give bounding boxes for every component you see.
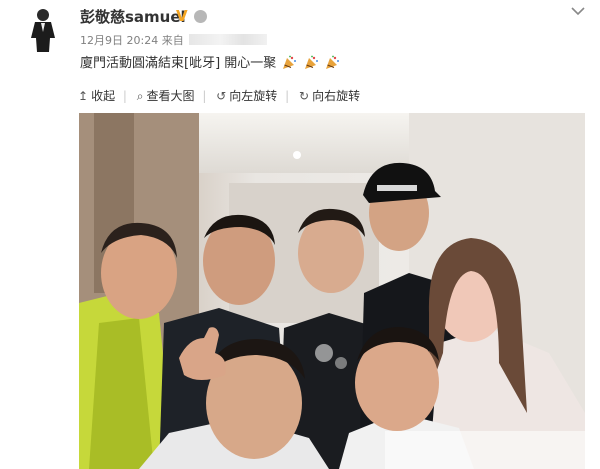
post-source-blurred [189, 34, 268, 45]
toolbar-divider: | [122, 89, 127, 103]
post-meta: 12月9日 20:24 来自 [80, 34, 268, 48]
collapse-button[interactable]: ↥ 收起 [78, 87, 115, 105]
post-text-body: 廈門活動圓滿結束[呲牙] 開心一聚 [80, 56, 277, 71]
party-popper-icon [304, 55, 319, 70]
post-source-prefix: 来自 [161, 34, 184, 47]
post-photo[interactable] [79, 113, 585, 469]
verified-badge-icon: V [176, 7, 188, 25]
rotate-right-label: 向右旋转 [312, 89, 361, 103]
view-large-button[interactable]: ⌕ 查看大图 [137, 87, 195, 105]
post-text: 廈門活動圓滿結束[呲牙] 開心一聚 [80, 55, 340, 73]
collapse-label: 收起 [91, 89, 116, 103]
member-level-icon [194, 10, 207, 23]
magnifier-icon: ⌕ [136, 89, 144, 103]
avatar[interactable] [22, 6, 64, 54]
username[interactable]: 彭敬慈samuel [80, 7, 186, 27]
weibo-post: 彭敬慈samuel V 12月9日 20:24 来自 廈門活動圓滿結束[呲牙] … [0, 0, 600, 469]
view-large-label: 查看大图 [146, 89, 195, 103]
collapse-icon: ↥ [78, 89, 89, 103]
toolbar-divider: | [285, 89, 290, 103]
rotate-right-icon: ↻ [299, 89, 310, 103]
image-toolbar: ↥ 收起 | ⌕ 查看大图 | ↺ 向左旋转 | ↻ 向右旋转 [78, 87, 364, 105]
party-popper-icon [282, 55, 297, 70]
rotate-left-label: 向左旋转 [229, 89, 278, 103]
chevron-down-icon[interactable] [569, 2, 587, 20]
rotate-left-button[interactable]: ↺ 向左旋转 [216, 87, 277, 105]
party-popper-icon [325, 55, 340, 70]
toolbar-divider: | [202, 89, 207, 103]
rotate-right-button[interactable]: ↻ 向右旋转 [299, 87, 360, 105]
post-timestamp[interactable]: 12月9日 20:24 [80, 34, 158, 47]
rotate-left-icon: ↺ [216, 89, 227, 103]
